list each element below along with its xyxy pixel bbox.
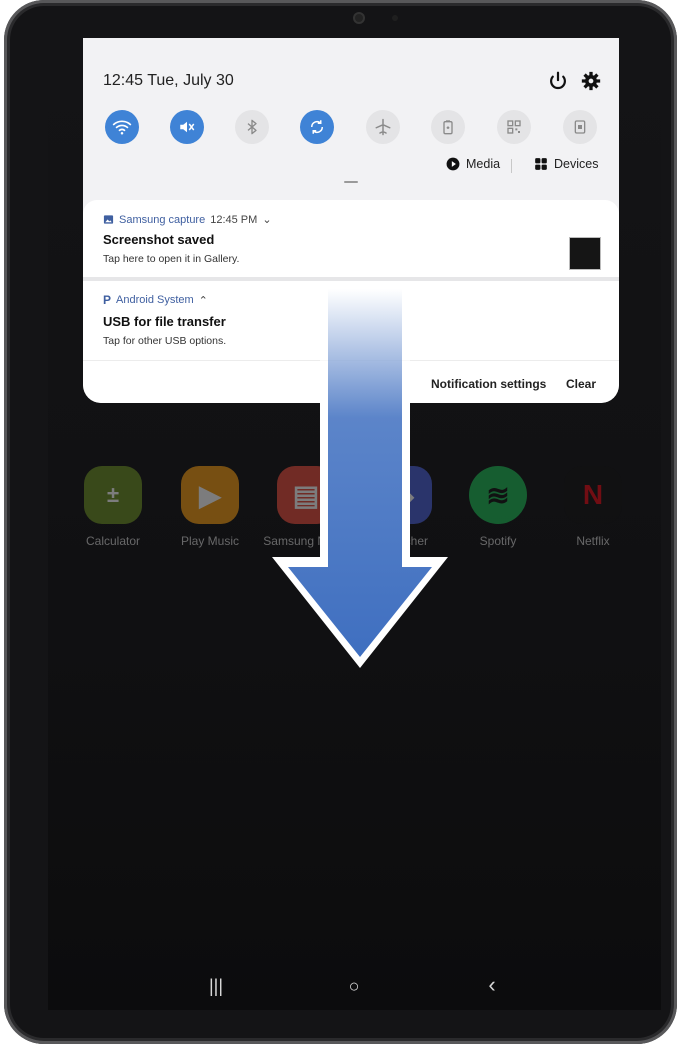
front-camera <box>355 14 363 22</box>
recent-apps-button[interactable]: ||| <box>196 976 236 997</box>
notification-screenshot[interactable]: Samsung capture 12:45 PM ⌄ Screenshot sa… <box>83 200 619 277</box>
wifi-icon <box>112 120 132 135</box>
wifi-toggle[interactable] <box>105 110 139 144</box>
notification-text: Tap here to open it in Gallery. <box>103 253 240 265</box>
notification-title: Screenshot saved <box>103 232 215 247</box>
notification-text: Tap for other USB options. <box>103 335 227 347</box>
app-calculator[interactable]: ± Calculator <box>68 466 158 548</box>
app-label: Calculator <box>85 534 141 548</box>
chevron-up-icon[interactable]: ⌃ <box>199 294 208 307</box>
gear-icon[interactable] <box>580 70 602 92</box>
netflix-icon: N <box>564 466 622 524</box>
qr-code-icon <box>507 120 521 134</box>
chevron-down-icon[interactable]: ⌄ <box>262 213 271 226</box>
home-button[interactable]: ○ <box>334 976 374 997</box>
bluetooth-icon <box>247 119 257 135</box>
navigation-bar: ||| ○ ‹ <box>48 966 661 1010</box>
devices-icon <box>535 158 547 170</box>
media-devices-divider <box>511 159 512 173</box>
secure-folder-icon <box>574 120 586 134</box>
play-music-icon: ▶ <box>181 466 239 524</box>
auto-rotate-toggle[interactable] <box>300 110 334 144</box>
app-label: Play Music <box>180 534 239 548</box>
app-play-music[interactable]: ▶ Play Music <box>165 466 255 548</box>
notification-title: USB for file transfer <box>103 314 226 329</box>
calculator-icon: ± <box>84 466 142 524</box>
power-icon[interactable] <box>547 70 569 92</box>
sound-toggle[interactable] <box>170 110 204 144</box>
airplane-mode-toggle[interactable] <box>366 110 400 144</box>
swipe-down-arrow <box>272 285 448 668</box>
app-label: Netflix <box>576 534 610 548</box>
auto-rotate-icon <box>310 120 324 134</box>
spotify-icon: ≋ <box>469 466 527 524</box>
notification-app-name: Samsung capture <box>119 213 206 226</box>
airplane-icon <box>375 118 391 136</box>
light-sensor <box>392 15 398 21</box>
panel-drag-handle[interactable] <box>344 181 358 183</box>
clear-button[interactable]: Clear <box>566 377 596 391</box>
play-icon <box>446 157 460 171</box>
app-netflix[interactable]: N Netflix <box>548 466 638 548</box>
qr-scanner-toggle[interactable] <box>497 110 531 144</box>
back-button[interactable]: ‹ <box>472 972 512 998</box>
devices-label: Devices <box>554 157 599 171</box>
mute-icon <box>180 121 195 133</box>
power-saving-toggle[interactable] <box>431 110 465 144</box>
app-spotify[interactable]: ≋ Spotify <box>453 466 543 548</box>
secure-folder-toggle[interactable] <box>563 110 597 144</box>
media-button[interactable]: Media <box>446 157 500 171</box>
app-label: Spotify <box>479 534 517 548</box>
media-label: Media <box>466 157 501 171</box>
notification-header: Samsung capture 12:45 PM ⌄ <box>103 213 272 226</box>
image-icon <box>103 215 114 224</box>
notification-header: P Android System ⌃ <box>103 293 208 307</box>
clock-date: 12:45 Tue, July 30 <box>103 72 234 89</box>
notification-app-name: Android System <box>116 294 194 306</box>
android-system-icon: P <box>103 293 112 307</box>
devices-button[interactable]: Devices <box>534 157 598 171</box>
bluetooth-toggle[interactable] <box>235 110 269 144</box>
battery-icon <box>443 120 453 135</box>
notification-time: 12:45 PM <box>210 213 258 226</box>
screenshot-thumbnail <box>569 237 601 270</box>
